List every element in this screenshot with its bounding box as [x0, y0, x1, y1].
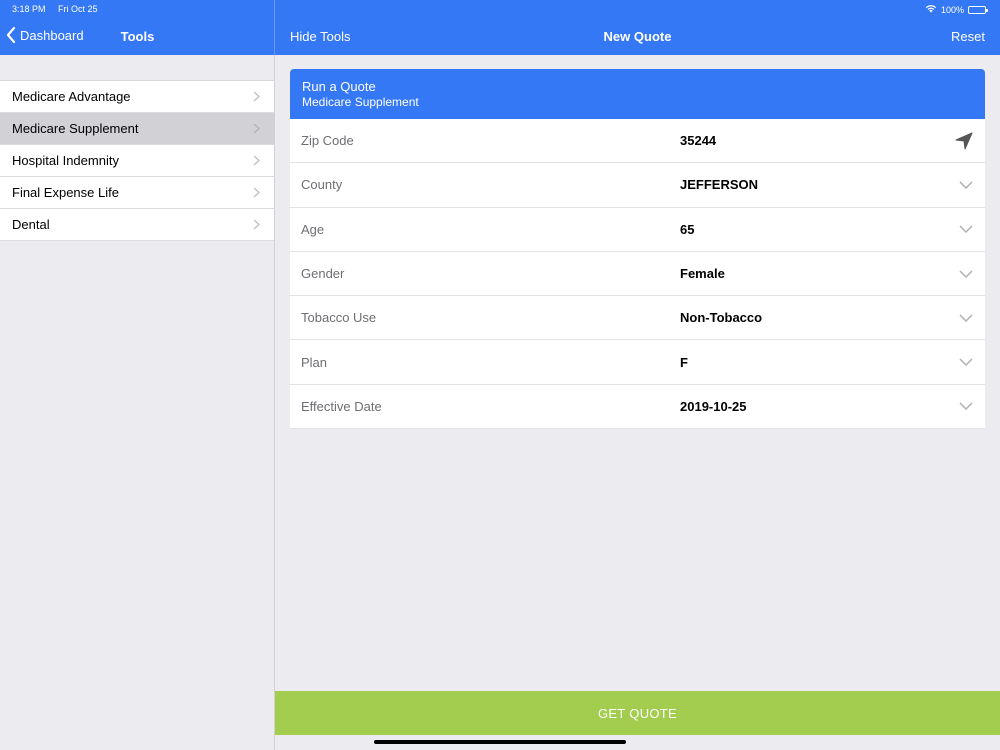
field-value: JEFFERSON — [680, 177, 759, 193]
chevron-right-icon — [253, 155, 260, 166]
reset-button[interactable]: Reset — [951, 29, 985, 44]
chevron-down-icon[interactable] — [959, 225, 973, 234]
sidebar-item-hospital-indemnity[interactable]: Hospital Indemnity — [0, 145, 274, 177]
chevron-right-icon — [253, 219, 260, 230]
effective-date-field[interactable]: Effective Date 2019-10-25 — [290, 385, 985, 430]
quote-form: Zip Code 35244 County JEFFERSON Age 65 G… — [290, 119, 985, 430]
sidebar: Medicare Advantage Medicare Supplement H… — [0, 55, 275, 750]
field-value[interactable]: 35244 — [680, 133, 716, 148]
card-header: Run a Quote Medicare Supplement — [290, 69, 985, 119]
top-bar: 3:18 PM Fri Oct 25 100% Dashboard Tools … — [0, 0, 1000, 55]
status-bar-right: 100% — [925, 4, 988, 15]
sidebar-item-label: Final Expense Life — [12, 185, 119, 200]
card-title: Run a Quote — [302, 79, 376, 94]
field-label: Effective Date — [301, 398, 382, 414]
status-date: Fri Oct 25 — [58, 4, 98, 14]
sidebar-item-dental[interactable]: Dental — [0, 209, 274, 241]
home-indicator[interactable] — [374, 740, 626, 744]
sidebar-item-final-expense-life[interactable]: Final Expense Life — [0, 177, 274, 209]
status-bar-left: 3:18 PM Fri Oct 25 — [12, 4, 108, 14]
field-label: Age — [301, 221, 325, 237]
chevron-right-icon — [253, 187, 260, 198]
sidebar-item-label: Medicare Advantage — [12, 89, 131, 104]
page-title: New Quote — [603, 29, 672, 44]
zip-code-field[interactable]: Zip Code 35244 — [290, 119, 985, 164]
county-field[interactable]: County JEFFERSON — [290, 163, 985, 208]
field-label: Gender — [301, 266, 345, 282]
tools-list: Medicare Advantage Medicare Supplement H… — [0, 80, 274, 241]
field-label: Plan — [301, 354, 328, 370]
field-value: 2019-10-25 — [680, 398, 747, 414]
chevron-down-icon[interactable] — [959, 270, 973, 278]
tobacco-use-field[interactable]: Tobacco Use Non-Tobacco — [290, 296, 985, 341]
card-subtitle: Medicare Supplement — [302, 95, 419, 109]
status-time: 3:18 PM — [12, 4, 46, 14]
gender-field[interactable]: Gender Female — [290, 252, 985, 297]
chevron-right-icon — [253, 123, 260, 134]
field-value: 65 — [680, 221, 695, 237]
field-label: Zip Code — [301, 133, 354, 149]
chevron-down-icon[interactable] — [959, 402, 973, 411]
field-value: F — [680, 354, 688, 370]
sidebar-item-label: Dental — [12, 217, 50, 232]
main-content: Run a Quote Medicare Supplement Zip Code… — [275, 55, 1000, 750]
sidebar-item-medicare-supplement[interactable]: Medicare Supplement — [0, 113, 274, 145]
chevron-down-icon[interactable] — [959, 314, 973, 322]
chevron-right-icon — [253, 91, 260, 102]
chevron-down-icon[interactable] — [959, 358, 973, 367]
quote-card: Run a Quote Medicare Supplement Zip Code… — [290, 69, 985, 430]
field-value: Female — [680, 266, 725, 282]
sidebar-item-label: Medicare Supplement — [12, 121, 139, 136]
location-arrow-icon[interactable] — [955, 132, 973, 150]
wifi-icon — [925, 4, 937, 15]
field-label: County — [301, 177, 343, 193]
split-divider — [274, 0, 275, 55]
field-value: Non-Tobacco — [680, 310, 763, 326]
plan-field[interactable]: Plan F — [290, 340, 985, 385]
get-quote-button[interactable]: GET QUOTE — [275, 691, 1000, 735]
chevron-down-icon[interactable] — [959, 181, 973, 189]
age-field[interactable]: Age 65 — [290, 208, 985, 252]
field-label: Tobacco Use — [301, 310, 377, 326]
sidebar-title: Tools — [120, 29, 155, 44]
battery-icon — [968, 5, 988, 14]
sidebar-item-medicare-advantage[interactable]: Medicare Advantage — [0, 81, 274, 113]
sidebar-item-label: Hospital Indemnity — [12, 153, 119, 168]
battery-percent: 100% — [940, 4, 964, 15]
